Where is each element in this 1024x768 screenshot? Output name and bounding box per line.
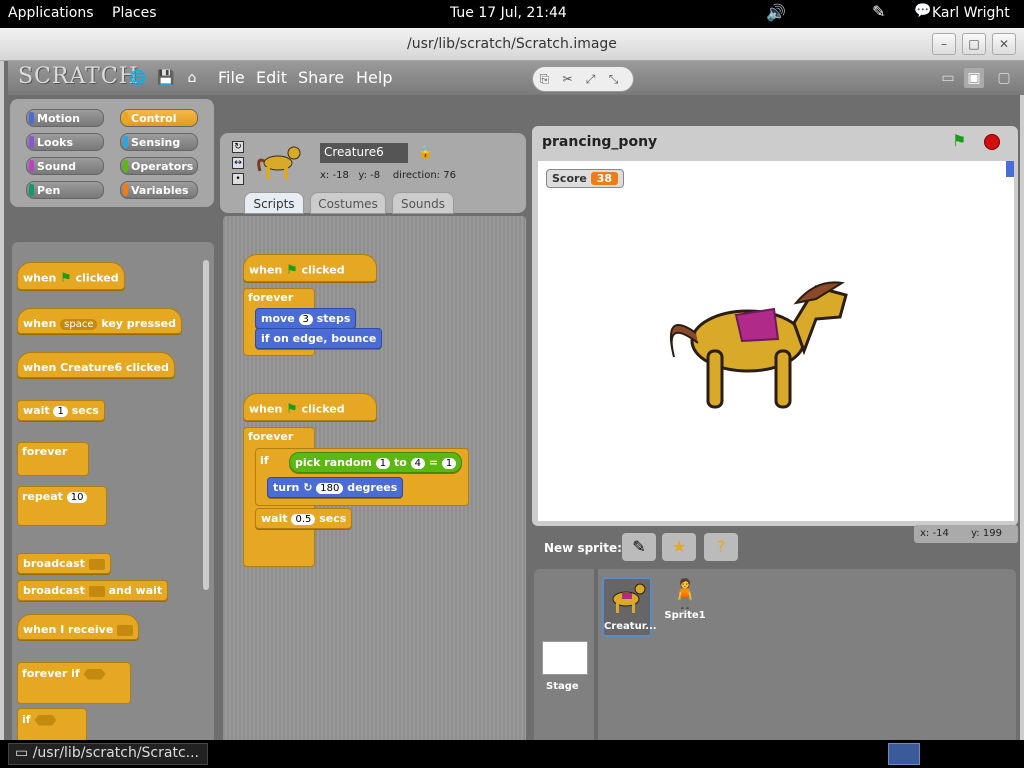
- category-control[interactable]: Control: [120, 109, 198, 127]
- category-operators[interactable]: Operators: [120, 157, 198, 175]
- category-pen[interactable]: Pen: [26, 181, 104, 199]
- sprite-name: Creatur...: [604, 621, 657, 632]
- script1-move-block[interactable]: move 3 steps: [255, 308, 357, 329]
- scripts-area[interactable]: when ⚑ clicked forever move 3 steps if o…: [223, 216, 526, 754]
- menu-bar: SCRATCH 🌐 💾 ⌂ File Edit Share Help ⎘ ✂ ⤢ ⤡ …: [8, 61, 1024, 95]
- tab-scripts[interactable]: Scripts: [244, 192, 304, 214]
- palette-scrollbar[interactable]: [203, 260, 209, 590]
- mouse-coordinates: x: -14 y: 199: [914, 525, 1018, 543]
- stage-label: Stage: [546, 681, 579, 692]
- scratch-app: SCRATCH 🌐 💾 ⌂ File Edit Share Help ⎘ ✂ ⤢ ⤡ …: [0, 61, 1024, 759]
- random-sprite-button[interactable]: ?: [704, 533, 738, 561]
- scratch-window: /usr/lib/scratch/Scratch.image – □ ✕ SCR…: [0, 28, 1024, 759]
- stop-button[interactable]: [984, 134, 1000, 150]
- block-when-sprite-clicked[interactable]: when Creature6 clicked: [17, 352, 175, 378]
- presentation-mode-icon[interactable]: ▢: [994, 68, 1014, 88]
- share-icon[interactable]: ⌂: [182, 68, 202, 88]
- sprite-tools: ⎘ ✂ ⤢ ⤡: [532, 66, 634, 92]
- flip-style-icon[interactable]: ↔: [232, 157, 244, 169]
- block-broadcast[interactable]: broadcast: [17, 553, 111, 574]
- workspace-switcher[interactable]: [888, 743, 920, 765]
- script2-when-flag[interactable]: when ⚑ clicked: [243, 393, 377, 421]
- project-name: prancing_pony: [542, 134, 658, 150]
- script2-turn-block[interactable]: turn ↻ 180 degrees: [267, 477, 404, 498]
- lock-icon[interactable]: 🔒: [418, 145, 433, 159]
- block-wait[interactable]: wait 1 secs: [17, 400, 105, 421]
- script2-equals-block[interactable]: pick random 1 to 4 = 1: [289, 452, 463, 473]
- duplicate-tool-icon[interactable]: ⎘: [533, 67, 556, 91]
- horse-sprite[interactable]: [656, 269, 856, 421]
- block-when-key-pressed[interactable]: when space key pressed: [17, 308, 182, 334]
- stage-thumbnail[interactable]: [542, 641, 588, 675]
- file-menu[interactable]: File: [218, 68, 245, 87]
- no-rotate-icon[interactable]: •: [232, 173, 244, 185]
- category-looks[interactable]: Looks: [26, 133, 104, 151]
- block-broadcast-and-wait[interactable]: broadcast and wait: [17, 580, 169, 601]
- volume-icon[interactable]: 🔊: [766, 3, 786, 22]
- sprite-position: x: -18 y: -8 direction: 76: [320, 170, 456, 181]
- delete-tool-icon[interactable]: ✂: [556, 67, 579, 91]
- save-icon[interactable]: 💾: [156, 68, 176, 88]
- block-forever[interactable]: forever: [17, 442, 89, 476]
- user-menu[interactable]: Karl Wright: [932, 5, 1010, 21]
- score-monitor[interactable]: Score 38: [546, 169, 625, 188]
- block-when-i-receive[interactable]: when I receive: [17, 614, 140, 640]
- block-palette: when ⚑ clicked when space key pressed wh…: [12, 242, 214, 754]
- sprite-name-field[interactable]: Creature6: [320, 143, 408, 163]
- sprite-thumbnail: [254, 143, 304, 183]
- block-forever-if[interactable]: forever if: [17, 662, 131, 704]
- chat-icon[interactable]: 💬: [914, 3, 931, 19]
- block-when-flag-clicked[interactable]: when ⚑ clicked: [17, 262, 125, 290]
- block-repeat[interactable]: repeat 10: [17, 486, 107, 526]
- network-icon[interactable]: ✎: [872, 2, 885, 21]
- script2-wait-block[interactable]: wait 0.5 secs: [255, 508, 353, 529]
- taskbar: ▭ /usr/lib/scratch/Scratc...: [0, 740, 1024, 768]
- sprite-list-divider: [594, 569, 598, 749]
- score-value: 38: [590, 172, 619, 185]
- scratch-logo: SCRATCH: [18, 64, 139, 89]
- stage[interactable]: Score 38: [538, 161, 1014, 521]
- sprite-list: Stage Creatur... 🧍 Sprite1: [534, 569, 1016, 759]
- sprite-creature6[interactable]: Creatur...: [602, 577, 657, 637]
- help-menu[interactable]: Help: [356, 68, 392, 87]
- sprite-sprite1[interactable]: 🧍 Sprite1: [660, 577, 710, 637]
- grow-tool-icon[interactable]: ⤢: [579, 67, 602, 91]
- share-menu[interactable]: Share: [298, 68, 344, 87]
- person-icon: 🧍: [667, 577, 703, 610]
- small-stage-icon[interactable]: ▭: [938, 68, 958, 88]
- tab-sounds[interactable]: Sounds: [392, 192, 454, 214]
- applications-menu[interactable]: Applications: [8, 5, 94, 21]
- rotate-style-icon[interactable]: ↻: [232, 141, 244, 153]
- green-flag-button[interactable]: ⚑: [952, 131, 966, 150]
- minimize-button[interactable]: –: [932, 33, 956, 55]
- maximize-button[interactable]: □: [962, 33, 986, 55]
- shrink-tool-icon[interactable]: ⤡: [602, 67, 625, 91]
- script1-when-flag[interactable]: when ⚑ clicked: [243, 254, 377, 282]
- places-menu[interactable]: Places: [112, 5, 157, 21]
- sprite1-partial[interactable]: [1006, 161, 1014, 177]
- window-title: /usr/lib/scratch/Scratch.image: [407, 36, 617, 52]
- category-variables[interactable]: Variables: [120, 181, 198, 199]
- globe-icon[interactable]: 🌐: [128, 68, 148, 88]
- clock[interactable]: Tue 17 Jul, 21:44: [450, 5, 567, 21]
- normal-stage-icon[interactable]: ▣: [964, 68, 984, 88]
- script1-bounce-block[interactable]: if on edge, bounce: [255, 328, 383, 349]
- paint-sprite-button[interactable]: ✎: [622, 533, 656, 561]
- window-titlebar[interactable]: /usr/lib/scratch/Scratch.image – □ ✕: [0, 28, 1024, 61]
- rotate-right-icon: ↻: [303, 481, 313, 494]
- category-sensing[interactable]: Sensing: [120, 133, 198, 151]
- choose-sprite-button[interactable]: ★: [662, 533, 696, 561]
- tab-costumes[interactable]: Costumes: [310, 192, 386, 214]
- edit-menu[interactable]: Edit: [256, 68, 287, 87]
- new-sprite-label: New sprite:: [544, 541, 622, 555]
- window-icon: ▭: [15, 745, 29, 761]
- category-sound[interactable]: Sound: [26, 157, 104, 175]
- taskbar-window-button[interactable]: ▭ /usr/lib/scratch/Scratc...: [8, 743, 208, 765]
- sprite-name: Sprite1: [664, 610, 706, 621]
- top-panel: Applications Places Tue 17 Jul, 21:44 🔊 …: [0, 0, 1024, 28]
- category-motion[interactable]: Motion: [26, 109, 104, 127]
- category-panel: Motion Control Looks Sensing Sound Opera…: [10, 99, 214, 207]
- close-button[interactable]: ✕: [992, 33, 1016, 55]
- green-flag-icon: ⚑: [60, 271, 72, 286]
